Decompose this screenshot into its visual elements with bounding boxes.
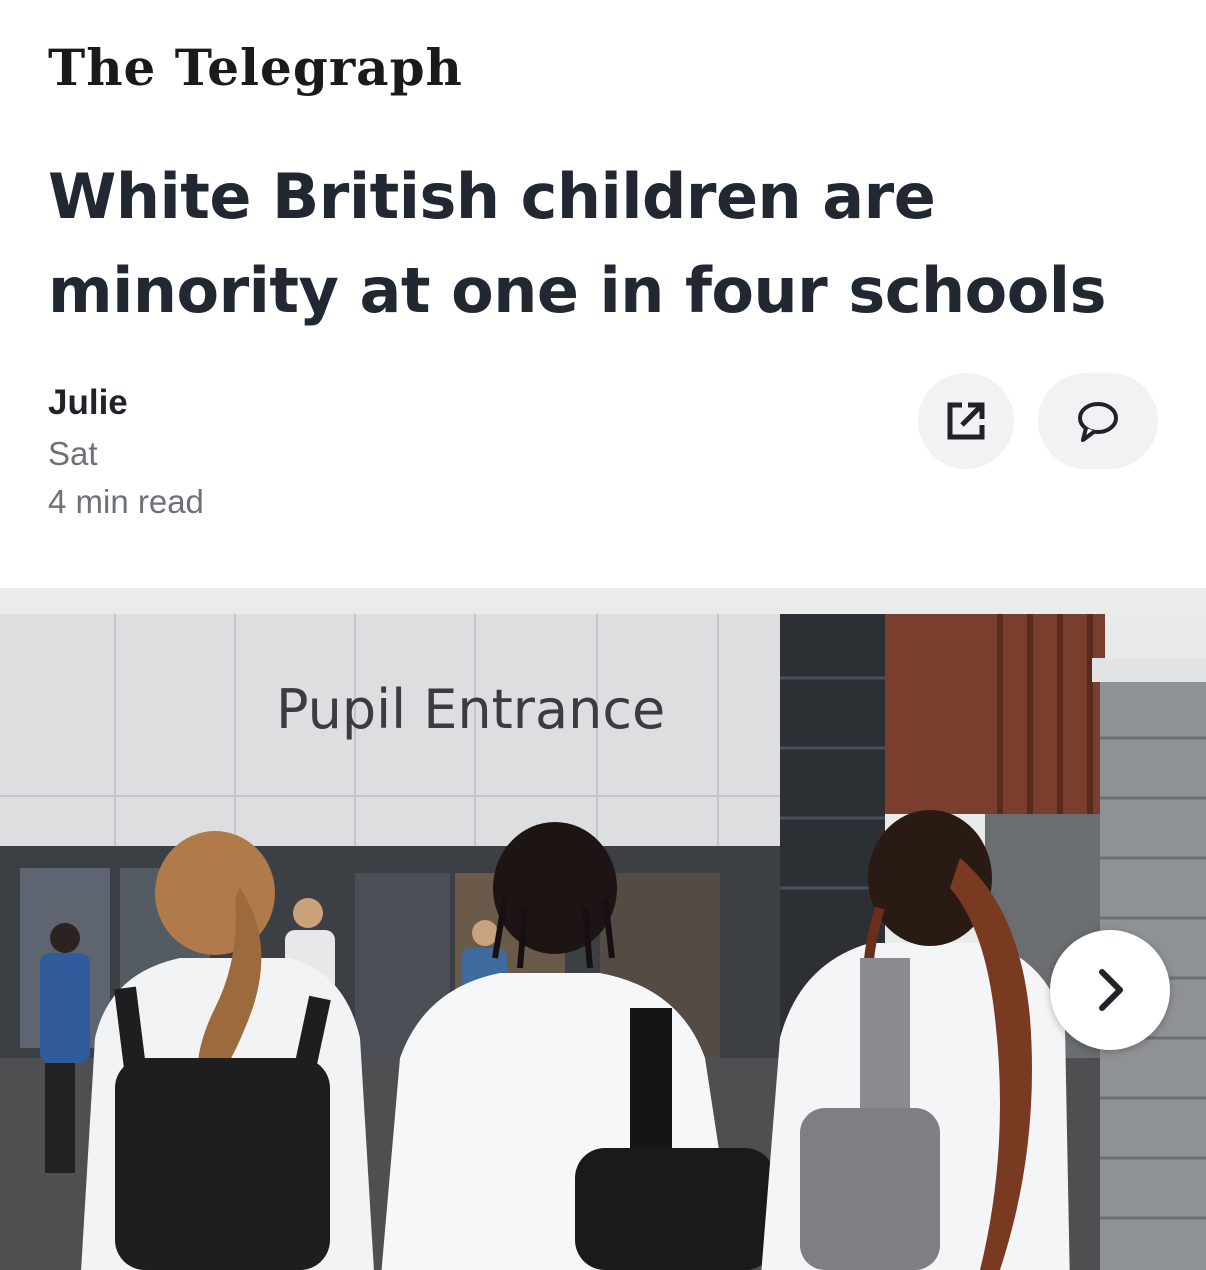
article-headline: White British children are minority at o… bbox=[48, 160, 1106, 327]
article-meta: Julie Sat 4 min read bbox=[48, 383, 204, 523]
speech-bubble-icon bbox=[1078, 402, 1118, 442]
chevron-right-icon bbox=[1099, 969, 1123, 1011]
publish-date: Sat bbox=[48, 435, 98, 472]
hero-image: Pupil Entrance bbox=[0, 588, 1206, 1270]
comments-button[interactable] bbox=[1038, 373, 1158, 469]
author-name[interactable]: Julie bbox=[48, 383, 204, 427]
next-image-button[interactable] bbox=[1050, 930, 1170, 1050]
read-time: 4 min read bbox=[48, 483, 204, 520]
school-entrance-photo: Pupil Entrance bbox=[0, 588, 1206, 1270]
pupil-entrance-sign: Pupil Entrance bbox=[276, 678, 665, 741]
open-external-icon bbox=[947, 402, 985, 440]
share-button[interactable] bbox=[918, 373, 1014, 469]
publisher-logo: The Telegraph bbox=[48, 38, 463, 97]
